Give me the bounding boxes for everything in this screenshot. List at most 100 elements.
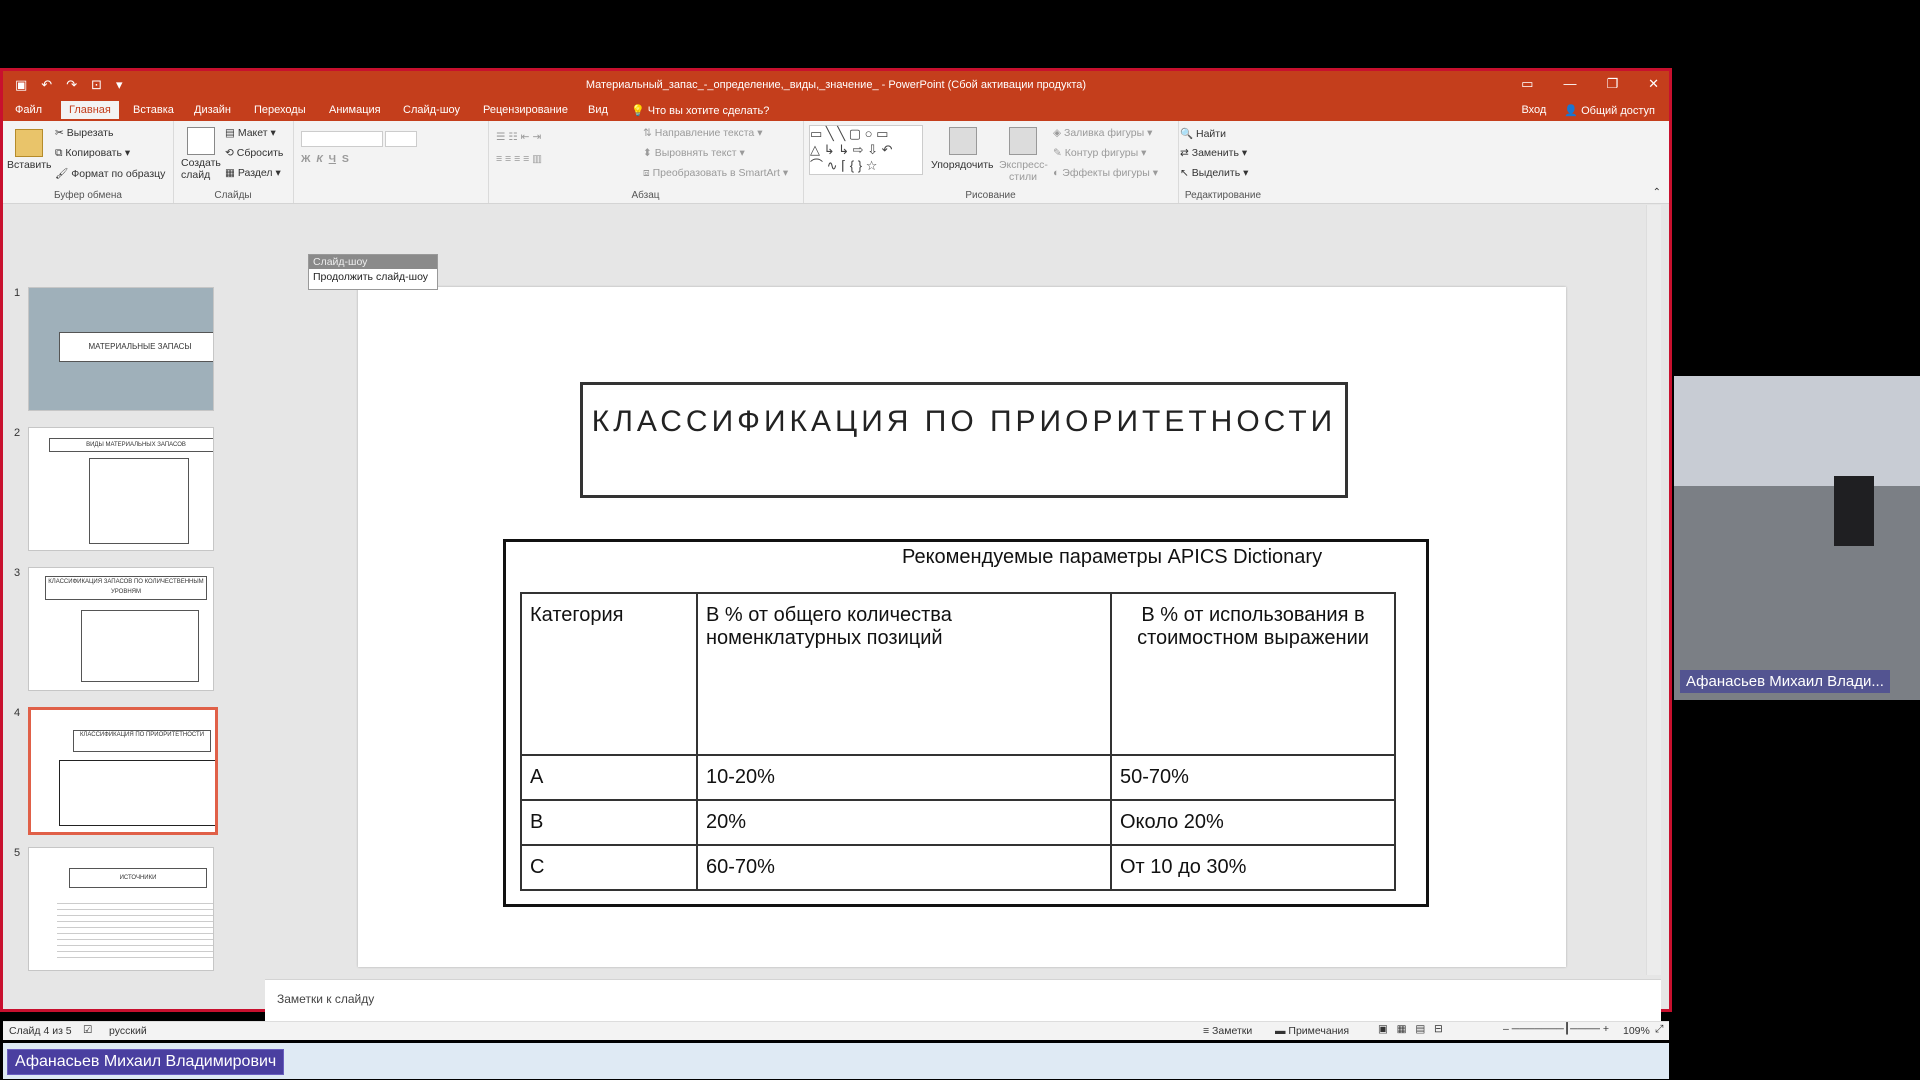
powerpoint-window: ▣ ↶ ↷ ⊡ ▾ Материальный_запас_-_определен… <box>0 68 1672 1079</box>
font-name-box[interactable] <box>301 131 383 147</box>
notes-pane[interactable]: Заметки к слайду <box>265 979 1661 1022</box>
sign-in-link[interactable]: Вход <box>1521 104 1546 117</box>
slide-editing-area: КЛАССИФИКАЦИЯ ПО ПРИОРИТЕТНОСТИ Рекоменд… <box>265 205 1661 975</box>
fit-slide-icon[interactable]: ⤢ <box>1655 1023 1663 1036</box>
tell-me-box[interactable]: 💡 Что вы хотите сделать? <box>631 104 769 117</box>
bold-icon[interactable]: Ж К Ч S <box>301 153 349 165</box>
tab-insert[interactable]: Вставка <box>133 104 174 116</box>
shapes-gallery[interactable]: ▭ ╲ ╲ ▢ ○ ▭ △ ↳ ↳ ⇨ ⇩ ↶ ⌒ ∿ ⌈ { } ☆ <box>809 125 923 175</box>
table-cell: C <box>520 844 698 891</box>
ribbon-display-icon[interactable]: ▭ <box>1521 76 1533 92</box>
quick-styles-icon[interactable] <box>1009 127 1037 155</box>
thumb-number: 2 <box>14 427 21 439</box>
find-button[interactable]: 🔍 Найти <box>1180 127 1226 140</box>
align-text-button[interactable]: ⬍ Выровнять текст ▾ <box>643 147 745 159</box>
tab-transitions[interactable]: Переходы <box>254 104 306 116</box>
close-button[interactable]: ✕ <box>1648 76 1659 92</box>
video-wall <box>1674 486 1920 700</box>
arrange-icon[interactable] <box>949 127 977 155</box>
status-bar: Слайд 4 из 5 ☑ русский ≡ Заметки ▬ Приме… <box>3 1021 1669 1040</box>
thumbnail-slide-4[interactable]: КЛАССИФИКАЦИЯ ПО ПРИОРИТЕТНОСТИ <box>28 707 218 835</box>
select-button[interactable]: ↖ Выделить ▾ <box>1180 167 1248 179</box>
paste-button[interactable]: Вставить <box>7 159 52 171</box>
shape-effects-button[interactable]: ◐ Эффекты фигуры ▾ <box>1053 167 1158 179</box>
video-window-background <box>1674 376 1920 486</box>
thumb-number: 4 <box>14 707 21 719</box>
fill-icon: ◈ <box>1053 127 1062 139</box>
participant-name-label: Афанасьев Михаил Влади... <box>1680 670 1890 693</box>
thumbnail-slide-1[interactable]: МАТЕРИАЛЬНЫЕ ЗАПАСЫ <box>28 287 214 411</box>
table-row: A 10-20% 50-70% <box>520 754 1396 801</box>
align-icons[interactable]: ≡ ≡ ≡ ≡ ▥ <box>496 153 542 165</box>
table-header-cell: В % от общего количества номенклатурных … <box>696 592 1112 756</box>
new-slide-icon[interactable] <box>187 127 215 155</box>
table-cell: A <box>520 754 698 801</box>
quick-styles-button[interactable]: Экспресс-стили <box>999 159 1048 183</box>
paste-icon[interactable] <box>15 129 43 157</box>
search-icon: 🔍 <box>1180 128 1194 140</box>
font-size-box[interactable] <box>385 131 417 147</box>
clipboard-label: Буфер обмена <box>54 190 122 201</box>
table-header-cell: В % от использования в стоимостном выраж… <box>1110 592 1396 756</box>
slide-counter: Слайд 4 из 5 <box>9 1025 72 1037</box>
table-frame[interactable]: Рекомендуемые параметры APICS Dictionary… <box>503 539 1429 907</box>
bullets-icon[interactable]: ☰ ☷ ⇤ ⇥ <box>496 131 541 143</box>
zoom-level[interactable]: 109% <box>1623 1025 1650 1037</box>
tab-view[interactable]: Вид <box>588 104 608 116</box>
thumb-diagram <box>89 458 189 544</box>
new-slide-button[interactable]: Создать слайд <box>181 157 225 181</box>
thumb-title: КЛАССИФИКАЦИЯ ПО ПРИОРИТЕТНОСТИ <box>73 730 211 752</box>
notes-placeholder: Заметки к слайду <box>277 992 375 1006</box>
slides-label: Слайды <box>214 190 252 201</box>
tab-file[interactable]: Файл <box>15 104 42 116</box>
minimize-button[interactable]: — <box>1563 76 1576 92</box>
participant-video <box>1674 376 1920 700</box>
zoom-slider[interactable]: – ───────┃──── + <box>1503 1023 1609 1035</box>
tab-animations[interactable]: Анимация <box>329 104 381 116</box>
thumbnail-slide-3[interactable]: КЛАССИФИКАЦИЯ ЗАПАСОВ ПО КОЛИЧЕСТВЕННЫМ … <box>28 567 214 691</box>
tab-slideshow[interactable]: Слайд-шоу <box>403 104 460 116</box>
table-row: B 20% Около 20% <box>520 799 1396 846</box>
shape-fill-button[interactable]: ◈ Заливка фигуры ▾ <box>1053 127 1152 139</box>
tab-design[interactable]: Дизайн <box>194 104 231 116</box>
arrange-button[interactable]: Упорядочить <box>931 159 993 171</box>
section-button[interactable]: ▦ Раздел ▾ <box>225 167 281 179</box>
tab-home[interactable]: Главная <box>61 101 119 119</box>
title-bar: ▣ ↶ ↷ ⊡ ▾ Материальный_запас_-_определен… <box>3 71 1669 99</box>
table-cell: B <box>520 799 698 846</box>
shape-outline-button[interactable]: ✎ Контур фигуры ▾ <box>1053 147 1146 159</box>
layout-button[interactable]: ▤ Макет ▾ <box>225 127 276 139</box>
slide-title[interactable]: КЛАССИФИКАЦИЯ ПО ПРИОРИТЕТНОСТИ <box>580 382 1348 498</box>
slide-canvas: КЛАССИФИКАЦИЯ ПО ПРИОРИТЕТНОСТИ Рекоменд… <box>358 287 1566 967</box>
continue-slideshow-item[interactable]: Продолжить слайд-шоу <box>309 269 437 285</box>
language-indicator[interactable]: русский <box>109 1025 147 1037</box>
notes-toggle[interactable]: ≡ Заметки <box>1203 1025 1252 1037</box>
comments-toggle[interactable]: ▬ Примечания <box>1275 1025 1349 1037</box>
thumb-chart <box>81 610 199 682</box>
slide-thumbnails-pane: 1 МАТЕРИАЛЬНЫЕ ЗАПАСЫ 2 ВИДЫ МАТЕРИАЛЬНЫ… <box>6 205 264 975</box>
spellcheck-icon[interactable]: ☑ <box>83 1024 92 1036</box>
brush-icon: 🖌 <box>55 168 69 180</box>
popup-header: Слайд-шоу <box>309 255 437 269</box>
vertical-scrollbar[interactable] <box>1646 205 1661 975</box>
slideshow-popup: Слайд-шоу Продолжить слайд-шоу <box>308 254 438 290</box>
text-direction-button[interactable]: ⇅ Направление текста ▾ <box>643 127 762 139</box>
drawing-group: ▭ ╲ ╲ ▢ ○ ▭ △ ↳ ↳ ⇨ ⇩ ↶ ⌒ ∿ ⌈ { } ☆ Упоряд… <box>803 121 1179 203</box>
outline-icon: ✎ <box>1053 147 1062 159</box>
table-cell: 10-20% <box>696 754 1112 801</box>
thumb-title: МАТЕРИАЛЬНЫЕ ЗАПАСЫ <box>59 332 213 362</box>
format-painter-button[interactable]: 🖌 Формат по образцу <box>55 167 165 180</box>
replace-icon: ⇄ <box>1180 147 1189 159</box>
thumbnail-slide-5[interactable]: ИСТОЧНИКИ <box>28 847 214 971</box>
reset-button[interactable]: ⟲ Сбросить <box>225 147 283 159</box>
cut-button[interactable]: ✂ Вырезать <box>55 127 113 139</box>
tab-review[interactable]: Рецензирование <box>483 104 568 116</box>
replace-button[interactable]: ⇄ Заменить ▾ <box>1180 147 1247 159</box>
collapse-ribbon-icon[interactable]: ⌃ <box>1653 187 1661 198</box>
smartart-button[interactable]: ⧈ Преобразовать в SmartArt ▾ <box>643 167 788 180</box>
share-button[interactable]: 👤 Общий доступ <box>1564 104 1655 117</box>
normal-view-icon[interactable]: ▣ ▦ ▤ ⊟ <box>1378 1023 1443 1035</box>
restore-button[interactable]: ❐ <box>1606 76 1618 92</box>
copy-button[interactable]: ⧉ Копировать ▾ <box>55 147 130 160</box>
thumbnail-slide-2[interactable]: ВИДЫ МАТЕРИАЛЬНЫХ ЗАПАСОВ <box>28 427 214 551</box>
